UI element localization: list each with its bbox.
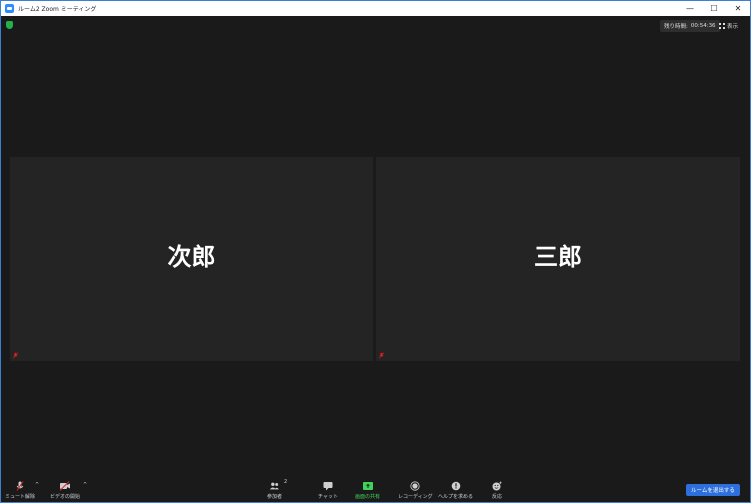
- security-shield-icon[interactable]: [6, 21, 13, 29]
- unmute-button[interactable]: ミュート解除: [5, 481, 35, 500]
- unmute-label: ミュート解除: [5, 494, 36, 500]
- record-icon: [410, 481, 420, 491]
- participants-count: 2: [284, 479, 288, 485]
- muted-mic-icon: [12, 352, 19, 359]
- help-icon: [451, 481, 460, 491]
- start-video-button[interactable]: ビデオの開始: [50, 481, 80, 500]
- participant-tile-jiro[interactable]: 次郎: [10, 157, 373, 361]
- video-off-icon: [59, 481, 70, 491]
- view-button[interactable]: 表示: [719, 20, 738, 32]
- muted-mic-icon: [378, 352, 385, 359]
- view-label: 表示: [727, 24, 739, 30]
- chat-label: チャット: [318, 494, 338, 500]
- participants-label: 参加者: [267, 494, 283, 500]
- participants-button[interactable]: 参加者: [267, 481, 282, 500]
- chat-button[interactable]: チャット: [318, 481, 338, 500]
- participant-tile-saburo[interactable]: 三郎: [376, 157, 740, 361]
- reaction-emoji-icon: [492, 481, 502, 491]
- video-options-caret-icon[interactable]: ^: [83, 482, 87, 488]
- window-controls: — ☐ ✕: [678, 1, 750, 16]
- zoom-app-icon: [5, 4, 14, 13]
- timer-label: 残り時間:: [664, 24, 688, 30]
- participant-name: 次郎: [167, 243, 216, 271]
- record-label: レコーディング: [398, 494, 433, 500]
- window-title: ルーム2 Zoom ミーティング: [18, 6, 97, 13]
- participants-icon: [269, 482, 279, 490]
- zoom-window: ルーム2 Zoom ミーティング — ☐ ✕ 残り時間: 00:54:36 表示…: [0, 0, 751, 503]
- start-video-label: ビデオの開始: [50, 494, 81, 500]
- participant-name: 三郎: [534, 243, 582, 271]
- remaining-time-badge: 残り時間: 00:54:36: [660, 20, 720, 32]
- grid-view-icon: [719, 23, 725, 29]
- meeting-toolbar: ミュート解除 ^ ビデオの開始 ^ 参加者 2 チャット 画面の共有 レコーディ…: [1, 477, 750, 502]
- close-button[interactable]: ✕: [726, 1, 750, 16]
- maximize-button[interactable]: ☐: [702, 1, 726, 16]
- share-screen-label: 画面の共有: [355, 494, 381, 500]
- reactions-button[interactable]: 反応: [491, 481, 503, 500]
- ask-for-help-label: ヘルプを求める: [438, 494, 474, 500]
- audio-options-caret-icon[interactable]: ^: [35, 482, 39, 488]
- chat-bubble-icon: [323, 482, 333, 491]
- ask-for-help-button[interactable]: ヘルプを求める: [438, 481, 473, 500]
- minimize-button[interactable]: —: [678, 1, 702, 16]
- record-button[interactable]: レコーディング: [398, 481, 433, 500]
- share-screen-button[interactable]: 画面の共有: [355, 481, 380, 500]
- muted-mic-icon: [16, 481, 24, 491]
- timer-value: 00:54:36: [690, 23, 716, 29]
- leave-room-button[interactable]: ルームを退出する: [686, 484, 740, 496]
- share-screen-icon: [362, 482, 373, 490]
- title-bar: ルーム2 Zoom ミーティング — ☐ ✕: [1, 1, 750, 16]
- reactions-label: 反応: [491, 494, 502, 500]
